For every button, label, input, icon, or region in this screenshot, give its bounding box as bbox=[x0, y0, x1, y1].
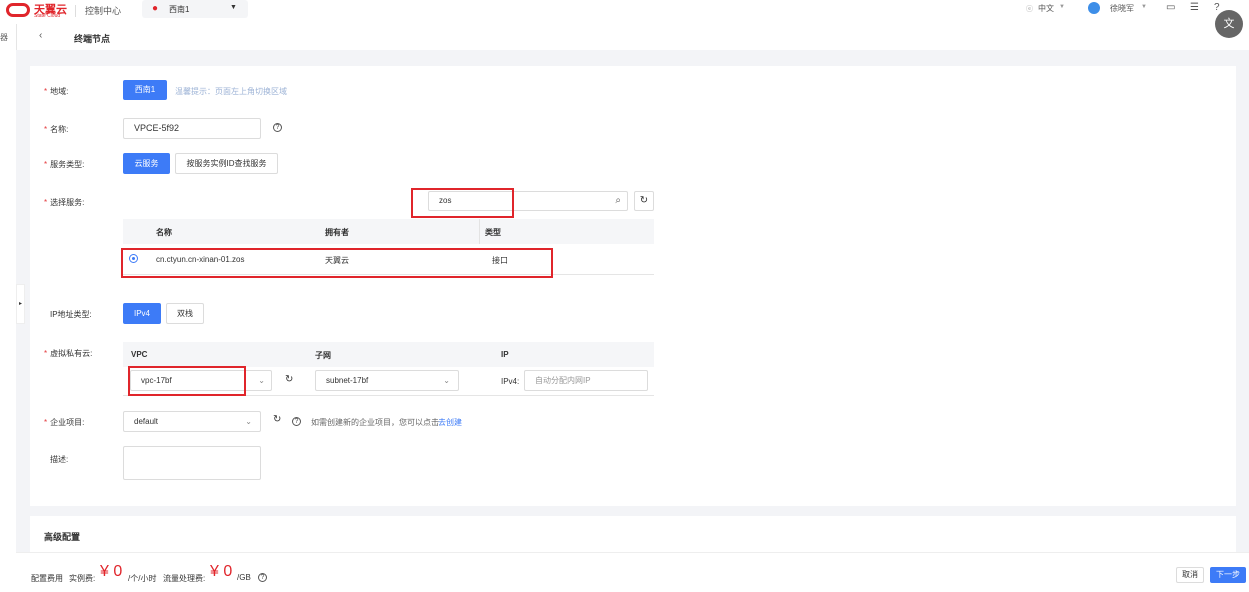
project-value: default bbox=[134, 417, 159, 426]
ipv4-tab[interactable]: IPv4 bbox=[123, 303, 161, 324]
help-icon[interactable]: ? bbox=[273, 123, 282, 132]
col-vpc: VPC bbox=[131, 350, 148, 359]
message-icon[interactable]: ▭ bbox=[1166, 2, 1175, 13]
col-ip: IP bbox=[501, 350, 509, 359]
caret-down-icon: ▼ bbox=[230, 4, 237, 11]
name-label: 名称: bbox=[50, 125, 69, 134]
name-input[interactable]: VPCE-5f92 bbox=[123, 118, 261, 139]
side-label: 器 bbox=[0, 33, 8, 42]
select-service-label: 选择服务: bbox=[50, 198, 85, 207]
settings-sliders-icon[interactable]: ☰ bbox=[1190, 2, 1199, 13]
page-title: 终端节点 bbox=[74, 34, 111, 44]
project-label: 企业项目: bbox=[50, 418, 85, 427]
col-name: 名称 bbox=[156, 228, 172, 237]
footer-bar: 配置费用 实例费: ¥ 0 /个/小时 流量处理费: ¥ 0 /GB ? 取消 … bbox=[16, 552, 1249, 592]
project-tip: 如需创建新的企业项目，您可以点击 bbox=[311, 418, 439, 427]
user-menu[interactable]: 徐晓军 bbox=[1110, 3, 1134, 14]
ipv4-label: IPv4: bbox=[501, 377, 520, 386]
logo-icon bbox=[6, 3, 30, 17]
instance-unit: /个/小时 bbox=[128, 574, 157, 583]
service-table-header: 名称 拥有者 类型 bbox=[123, 219, 654, 244]
refresh-icon[interactable]: ↻ bbox=[285, 374, 293, 385]
cloud-service-tab[interactable]: 云服务 bbox=[123, 153, 170, 174]
region-label: 地域: bbox=[50, 87, 69, 96]
expand-sidebar-button[interactable]: ▸ bbox=[16, 284, 25, 324]
top-bar: 天翼云 State Cloud 控制中心 ● 西南1 ▼ ⓔ 中文 ▼ 徐晓军 … bbox=[0, 0, 1249, 38]
region-value: 西南1 bbox=[169, 5, 190, 14]
subnet-select[interactable]: subnet-17bf ⌄ bbox=[315, 370, 459, 391]
console-link[interactable]: 控制中心 bbox=[85, 4, 121, 17]
instance-fee-label: 实例费: bbox=[69, 574, 96, 583]
language-selector[interactable]: 中文 bbox=[1038, 3, 1054, 14]
form-card: * 地域: 西南1 温馨提示：页面左上角切换区域 * 名称: VPCE-5f92 ?… bbox=[30, 66, 1236, 506]
subnet-value: subnet-17bf bbox=[326, 376, 369, 385]
back-icon[interactable]: ‹ bbox=[39, 30, 42, 41]
cancel-button[interactable]: 取消 bbox=[1176, 567, 1204, 583]
advanced-section[interactable]: 高级配置 bbox=[30, 516, 1236, 556]
refresh-button[interactable]: ↻ bbox=[634, 191, 654, 211]
region-selector[interactable]: ● 西南1 ▼ bbox=[142, 0, 248, 18]
dual-stack-tab[interactable]: 双栈 bbox=[166, 303, 204, 324]
service-type-label: 服务类型: bbox=[50, 160, 85, 169]
highlight-box bbox=[128, 366, 246, 396]
advanced-title: 高级配置 bbox=[44, 532, 81, 542]
page-header: ‹ 终端节点 bbox=[16, 24, 1249, 50]
traffic-price: ¥ 0 bbox=[210, 563, 233, 580]
traffic-fee-label: 流量处理费: bbox=[163, 574, 206, 583]
col-subnet: 子网 bbox=[315, 351, 331, 360]
region-button[interactable]: 西南1 bbox=[123, 80, 167, 100]
help-icon[interactable]: ? bbox=[292, 417, 301, 426]
avatar[interactable] bbox=[1088, 2, 1100, 14]
refresh-icon[interactable]: ↻ bbox=[273, 414, 281, 425]
ip-type-label: IP地址类型: bbox=[50, 310, 92, 319]
search-icon[interactable]: ⌕ bbox=[615, 192, 621, 210]
location-pin-icon: ● bbox=[152, 3, 159, 14]
highlight-box bbox=[411, 188, 514, 218]
logo-subtext: State Cloud bbox=[34, 13, 61, 19]
vpc-label: 虚拟私有云: bbox=[50, 349, 93, 358]
region-tip: 温馨提示：页面左上角切换区域 bbox=[175, 87, 287, 96]
ip-input[interactable]: 自动分配内网IP bbox=[524, 370, 648, 391]
help-icon[interactable]: ? bbox=[1214, 2, 1220, 13]
create-project-link[interactable]: 去创建 bbox=[438, 417, 462, 428]
col-owner: 拥有者 bbox=[325, 228, 349, 237]
cost-label: 配置费用 bbox=[31, 574, 63, 583]
translate-icon[interactable]: 文 bbox=[1215, 10, 1243, 38]
next-button[interactable]: 下一步 bbox=[1210, 567, 1246, 583]
vpc-header: VPC 子网 IP bbox=[123, 342, 654, 367]
col-type: 类型 bbox=[485, 228, 501, 237]
globe-icon: ⓔ bbox=[1026, 6, 1033, 13]
find-by-instance-id-tab[interactable]: 按服务实例ID查找服务 bbox=[175, 153, 278, 174]
highlight-box bbox=[121, 248, 553, 278]
traffic-unit: /GB bbox=[237, 573, 251, 582]
description-label: 描述: bbox=[50, 455, 69, 464]
description-textarea[interactable] bbox=[123, 446, 261, 480]
instance-price: ¥ 0 bbox=[100, 563, 123, 580]
project-select[interactable]: default ⌄ bbox=[123, 411, 261, 432]
left-strip: 器 ▸ bbox=[0, 24, 25, 592]
help-icon[interactable]: ? bbox=[258, 573, 267, 582]
